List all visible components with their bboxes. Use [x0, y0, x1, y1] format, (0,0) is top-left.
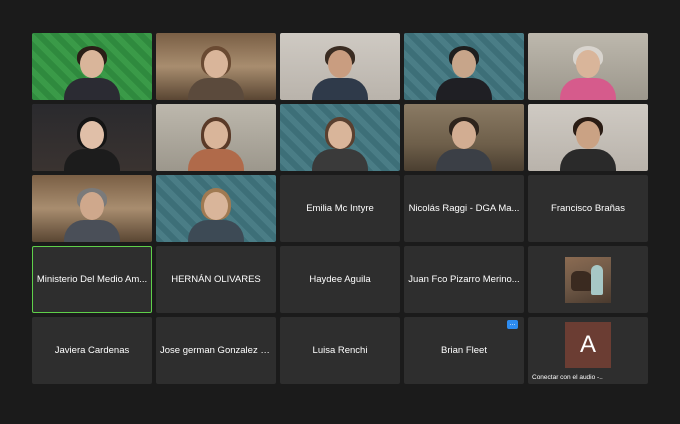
video-tile[interactable] [32, 33, 152, 100]
participant-tile-brian[interactable]: ... Brian Fleet [404, 317, 524, 384]
participant-tile-haydee[interactable]: Haydee Aguila [280, 246, 400, 313]
video-tile[interactable] [528, 33, 648, 100]
video-tile[interactable] [32, 175, 152, 242]
participant-name: Francisco Brañas [551, 203, 625, 214]
connect-audio-label: Conectar con el audio -.. [532, 374, 603, 381]
participant-video [156, 104, 276, 171]
participant-video [280, 33, 400, 100]
participant-figure [312, 117, 368, 171]
participant-name: Luisa Renchi [312, 345, 368, 356]
participant-tile-luisa[interactable]: Luisa Renchi [280, 317, 400, 384]
participant-video [32, 104, 152, 171]
participant-tile-avatar[interactable]: A Conectar con el audio -.. [528, 317, 648, 384]
participant-figure [436, 117, 492, 171]
participant-tile-jose[interactable]: Jose german Gonzalez c... [156, 317, 276, 384]
participant-name: Brian Fleet [441, 345, 487, 356]
video-tile[interactable] [404, 104, 524, 171]
participant-name: Emilia Mc Intyre [306, 203, 374, 214]
participant-video [528, 104, 648, 171]
participant-video [156, 33, 276, 100]
profile-photo [565, 256, 611, 303]
video-grid: Emilia Mc Intyre Nicolás Raggi - DGA Ma.… [32, 33, 648, 385]
participant-tile-javiera[interactable]: Javiera Cardenas [32, 317, 152, 384]
video-tile[interactable] [156, 104, 276, 171]
participant-video [32, 33, 152, 100]
participant-figure [64, 188, 120, 242]
meeting-window: { "participants": { "row3": {"emilia": "… [0, 0, 680, 424]
more-options-icon[interactable]: ... [507, 320, 518, 329]
participant-name: HERNÁN OLIVARES [171, 274, 261, 285]
avatar: A [565, 321, 611, 368]
participant-video [404, 104, 524, 171]
video-tile[interactable] [280, 104, 400, 171]
participant-tile-emilia[interactable]: Emilia Mc Intyre [280, 175, 400, 242]
participant-video [32, 175, 152, 242]
video-tile[interactable] [528, 104, 648, 171]
participant-figure [312, 46, 368, 100]
participant-tile-ministerio[interactable]: Ministerio Del Medio Am... [32, 246, 152, 313]
participant-tile-nicolas[interactable]: Nicolás Raggi - DGA Ma... [404, 175, 524, 242]
participant-tile-hernan[interactable]: HERNÁN OLIVARES [156, 246, 276, 313]
participant-figure [560, 117, 616, 171]
participant-tile-profile-photo[interactable] [528, 246, 648, 313]
participant-name: Haydee Aguila [309, 274, 371, 285]
participant-figure [64, 117, 120, 171]
video-tile[interactable] [404, 33, 524, 100]
participant-name: Jose german Gonzalez c... [160, 345, 272, 356]
video-tile[interactable] [32, 104, 152, 171]
participant-figure [188, 46, 244, 100]
participant-figure [188, 117, 244, 171]
participant-figure [560, 46, 616, 100]
video-tile[interactable] [156, 33, 276, 100]
participant-figure [188, 188, 244, 242]
participant-video [528, 33, 648, 100]
participant-video [156, 175, 276, 242]
participant-name: Ministerio Del Medio Am... [36, 274, 148, 285]
participant-figure [436, 46, 492, 100]
video-tile[interactable] [156, 175, 276, 242]
participant-tile-juan[interactable]: Juan Fco Pizarro Merino... [404, 246, 524, 313]
participant-name: Javiera Cardenas [54, 345, 130, 356]
participant-figure [64, 46, 120, 100]
participant-video [280, 104, 400, 171]
participant-video [404, 33, 524, 100]
participant-name: Nicolás Raggi - DGA Ma... [408, 203, 520, 214]
participant-tile-francisco[interactable]: Francisco Brañas [528, 175, 648, 242]
video-tile[interactable] [280, 33, 400, 100]
participant-name: Juan Fco Pizarro Merino... [408, 274, 520, 285]
